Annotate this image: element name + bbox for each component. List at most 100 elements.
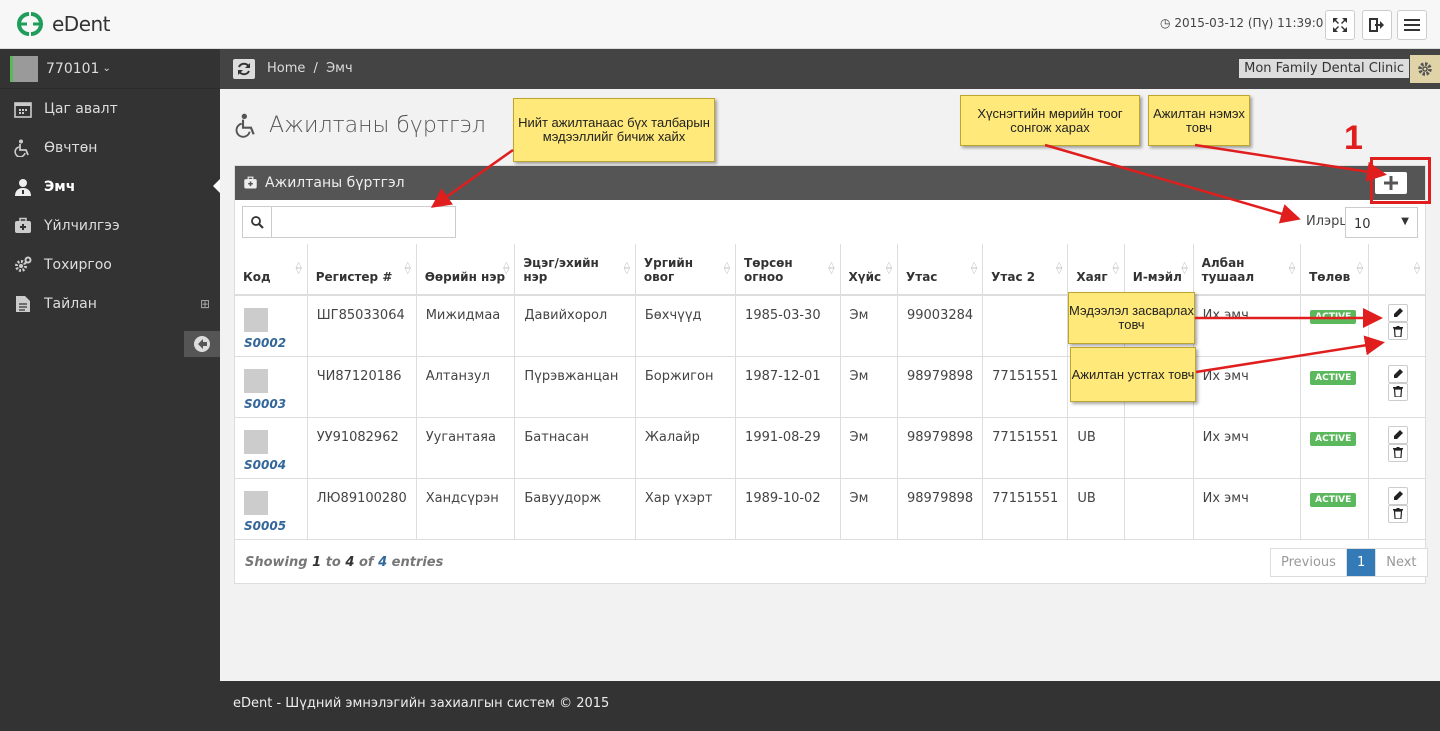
breadcrumb-separator: / <box>313 61 318 76</box>
column-header[interactable]: Өөрийн нэр △ ▽ <box>416 244 516 296</box>
column-header[interactable]: Ургийн овог △ ▽ <box>635 244 737 296</box>
pencil-icon <box>1393 490 1403 500</box>
column-header[interactable]: Утас 2 △ ▽ <box>982 244 1069 296</box>
cell-pos: Их эмч <box>1193 295 1302 357</box>
column-header[interactable]: Эцэг/эхийн нэр △ ▽ <box>514 244 636 296</box>
cell-sex: Эм <box>840 417 898 479</box>
staff-code-link[interactable]: S0003 <box>244 397 286 411</box>
cell-name: Мижидмаа <box>416 295 516 357</box>
column-header[interactable]: △ ▽ <box>1368 244 1425 296</box>
breadcrumb-current: Эмч <box>326 61 353 76</box>
cell-code: S0005 <box>235 478 308 540</box>
info-to-word: to <box>325 555 341 570</box>
edit-button[interactable] <box>1387 486 1408 505</box>
medkit-icon <box>244 176 257 189</box>
cell-reg: ШГ85033064 <box>307 295 417 357</box>
sort-icon: △ ▽ <box>503 260 510 275</box>
cell-phone: 98979898 <box>897 356 984 418</box>
sort-icon: △ ▽ <box>1356 260 1363 275</box>
column-header[interactable]: Код △ ▽ <box>235 244 308 296</box>
table-row: S0003 ЧИ87120186 Алтанзул Пүрэвжанцан Боржиг… <box>235 356 1425 418</box>
delete-button[interactable] <box>1387 443 1408 462</box>
column-header[interactable]: Утас △ ▽ <box>897 244 984 296</box>
doctor-icon <box>13 177 33 197</box>
avatar <box>244 308 268 332</box>
cell-code: S0004 <box>235 417 308 479</box>
column-header-label: Албан тушаал <box>1201 256 1255 284</box>
menu-button[interactable] <box>1397 10 1427 40</box>
sign-out-icon <box>1369 18 1384 32</box>
clock-text: 2015-03-12 (Пү) 11:39:0 <box>1174 16 1324 30</box>
column-header[interactable]: Хүйс △ ▽ <box>840 244 898 296</box>
column-header[interactable]: Төлөв △ ▽ <box>1300 244 1369 296</box>
expand-plus-icon[interactable]: ⊞ <box>200 297 210 311</box>
table-info: Showing 1 to 4 of 4 entries <box>245 555 443 570</box>
cell-phone: 99003284 <box>897 295 984 357</box>
callout-rows: Хүснэгтийн мөрийн тоог сонгож харах <box>960 95 1140 146</box>
sidebar-item-patients[interactable]: Өвчтөн <box>0 128 220 167</box>
sidebar-item-label: Эмч <box>44 178 76 195</box>
cell-pos: Их эмч <box>1193 356 1302 418</box>
column-header[interactable]: Хаяг △ ▽ <box>1067 244 1125 296</box>
trash-icon <box>1392 447 1403 458</box>
cell-phone: 98979898 <box>897 417 984 479</box>
step-marker: 1 <box>1344 119 1363 157</box>
cell-sex: Эм <box>840 295 898 357</box>
cell-clan: Боржигон <box>635 356 737 418</box>
delete-button[interactable] <box>1387 322 1408 340</box>
column-header-label: И-мэйл <box>1132 270 1182 284</box>
sidebar-item-reports[interactable]: Тайлан ⊞ <box>0 284 220 323</box>
column-header-label: Төрсөн огноо <box>744 256 793 284</box>
column-header[interactable]: Төрсөн огноо △ ▽ <box>735 244 841 296</box>
file-icon <box>13 294 33 314</box>
column-header[interactable]: Албан тушаал △ ▽ <box>1193 244 1302 296</box>
sidebar-item-label: Тайлан <box>44 295 97 312</box>
column-header-label: Код <box>243 270 271 284</box>
previous-page-button[interactable]: Previous <box>1271 549 1347 576</box>
cell-pos: Их эмч <box>1193 478 1302 540</box>
cell-addr: UB <box>1067 417 1125 479</box>
cell-name: Алтанзул <box>416 356 516 418</box>
delete-button[interactable] <box>1387 504 1408 523</box>
logout-button[interactable] <box>1362 10 1392 40</box>
column-header[interactable]: И-мэйл △ ▽ <box>1124 244 1194 296</box>
refresh-button[interactable] <box>233 59 255 79</box>
table-body: S0002 ШГ85033064 Мижидмаа Давийхорол Бөхчүүд… <box>235 295 1425 540</box>
trash-icon <box>1392 386 1403 397</box>
staff-code-link[interactable]: S0005 <box>244 519 286 533</box>
cell-phone2: 77151551 <box>982 478 1069 540</box>
panel-header: Ажилтаны бүртгэл <box>235 166 1425 200</box>
sidebar-item-services[interactable]: Үйлчилгээ <box>0 206 220 245</box>
edit-button[interactable] <box>1387 425 1408 444</box>
sidebar-item-doctors[interactable]: Эмч <box>0 167 220 206</box>
sidebar-item-label: Цаг авалт <box>44 100 118 117</box>
cell-pos: Их эмч <box>1193 417 1302 479</box>
breadcrumb-home[interactable]: Home <box>267 61 305 76</box>
fullscreen-button[interactable] <box>1325 10 1355 40</box>
cell-actions <box>1368 295 1425 357</box>
next-page-button[interactable]: Next <box>1376 549 1427 576</box>
settings-button[interactable] <box>1410 55 1440 83</box>
rows-per-page-select[interactable]: 10 ▼ <box>1345 207 1418 238</box>
collapse-sidebar-button[interactable] <box>184 331 220 357</box>
page-1-button[interactable]: 1 <box>1346 549 1377 576</box>
column-header-label: Хүйс <box>848 270 882 284</box>
column-header-label: Төлөв <box>1309 270 1351 284</box>
medkit-icon <box>13 216 33 236</box>
sidebar-item-settings[interactable]: Тохиргоо <box>0 245 220 284</box>
avatar <box>244 490 268 515</box>
cell-dob: 1991-08-29 <box>735 417 841 479</box>
edit-button[interactable] <box>1387 304 1408 322</box>
staff-panel: Ажилтаны бүртгэл Илэрц: 10 ▼ Код △ ▽ Регист… <box>234 165 1428 584</box>
staff-code-link[interactable]: S0002 <box>244 336 286 350</box>
staff-code-link[interactable]: S0004 <box>244 458 286 472</box>
search-input[interactable] <box>272 207 455 237</box>
sidebar-item-appointments[interactable]: Цаг авалт <box>0 89 220 128</box>
logo[interactable]: eDent <box>12 11 111 37</box>
edit-button[interactable] <box>1387 364 1408 383</box>
column-header-label: Өөрийн нэр <box>424 270 506 284</box>
avatar <box>244 429 268 454</box>
delete-button[interactable] <box>1387 382 1408 401</box>
user-menu[interactable]: 770101 ⌄ <box>0 49 220 89</box>
column-header[interactable]: Регистер # △ ▽ <box>307 244 417 296</box>
